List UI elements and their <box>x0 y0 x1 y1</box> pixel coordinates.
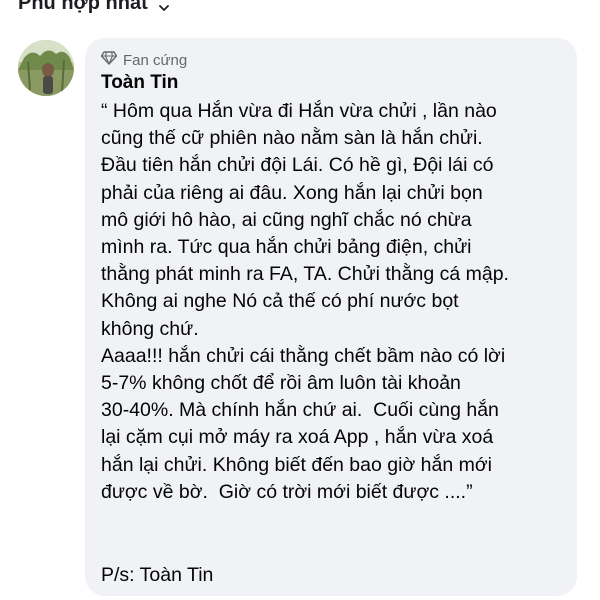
diamond-icon <box>100 51 123 69</box>
chevron-down-icon <box>158 0 170 11</box>
comment-signature: P/s: Toàn Tin <box>101 564 214 586</box>
avatar[interactable] <box>18 40 74 96</box>
fan-badge[interactable]: Fan cứng <box>100 50 561 70</box>
sort-label: Phù hợp nhất <box>18 0 148 14</box>
badge-label: Fan cứng <box>123 51 188 69</box>
comment-text: “ Hôm qua Hắn vừa đi Hắn vừa chửi , lần … <box>101 100 509 503</box>
comment-bubble: Fan cứng Toàn Tin “ Hôm qua Hắn vừa đi H… <box>85 38 577 596</box>
comment-sort-dropdown[interactable]: Phù hợp nhất <box>0 0 170 20</box>
comment-author-name[interactable]: Toàn Tin <box>101 72 561 94</box>
